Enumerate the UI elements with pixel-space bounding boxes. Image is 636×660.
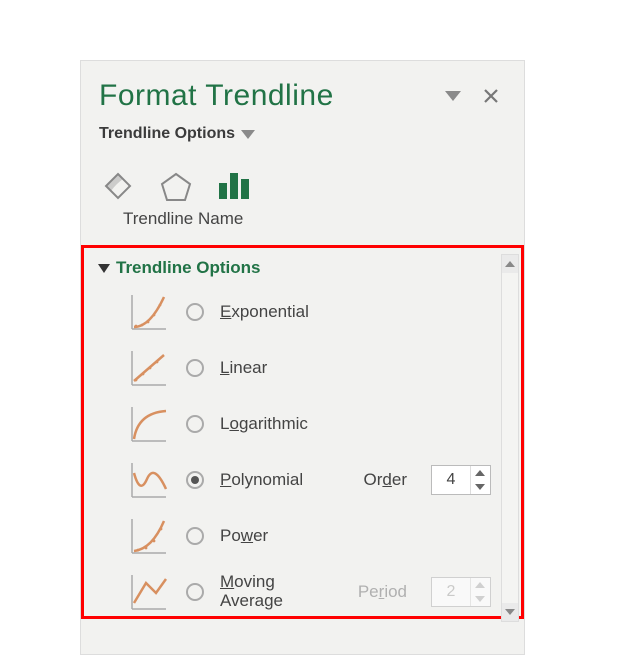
trendline-options-section[interactable]: Trendline Options	[98, 256, 515, 280]
option-power-row: Power	[126, 508, 515, 564]
moving-average-label[interactable]: Moving Average	[220, 573, 283, 610]
highlight-box: Trendline Options Exponential	[81, 245, 524, 619]
category-tabs	[81, 151, 524, 205]
option-polynomial-row: Polynomial Order	[126, 452, 515, 508]
logarithmic-radio[interactable]	[186, 415, 204, 433]
period-label: Period	[358, 582, 407, 602]
option-linear-row: Linear	[126, 340, 515, 396]
option-exponential-row: Exponential	[126, 284, 515, 340]
panel-menu-button[interactable]	[438, 81, 468, 111]
linear-label[interactable]: Linear	[220, 359, 267, 378]
effects-tab[interactable]	[157, 167, 195, 205]
order-spinner[interactable]	[431, 465, 491, 495]
option-moving-average-row: Moving Average Period	[126, 564, 515, 620]
trendline-options-tab[interactable]	[215, 167, 253, 205]
trendline-name-label: Trendline Name	[81, 205, 524, 229]
linear-radio[interactable]	[186, 359, 204, 377]
option-logarithmic-row: Logarithmic	[126, 396, 515, 452]
format-trendline-panel: Format Trendline Trendline Options	[80, 60, 525, 655]
options-list: Exponential Linear	[98, 280, 515, 620]
power-radio[interactable]	[186, 527, 204, 545]
moving-average-icon	[126, 571, 170, 613]
period-arrows	[470, 578, 488, 606]
active-tab-caret	[229, 284, 253, 296]
order-label: Order	[364, 470, 407, 490]
order-up-button[interactable]	[471, 466, 488, 480]
linear-curve-icon	[126, 347, 170, 389]
panel-title: Format Trendline	[99, 79, 430, 113]
order-input[interactable]	[432, 466, 470, 494]
power-label[interactable]: Power	[220, 527, 268, 546]
power-curve-icon	[126, 515, 170, 557]
logarithmic-curve-icon	[126, 403, 170, 445]
scroll-track[interactable]	[502, 273, 518, 603]
period-down-button	[471, 592, 488, 606]
scroll-down-button[interactable]	[502, 603, 518, 621]
dropdown-label: Trendline Options	[99, 125, 235, 143]
moving-average-radio[interactable]	[186, 583, 204, 601]
exponential-curve-icon	[126, 291, 170, 333]
exponential-radio[interactable]	[186, 303, 204, 321]
panel-header: Format Trendline	[81, 61, 524, 121]
options-dropdown[interactable]: Trendline Options	[81, 121, 524, 151]
section-title: Trendline Options	[116, 258, 261, 278]
close-button[interactable]	[476, 81, 506, 111]
order-down-button[interactable]	[471, 480, 488, 494]
period-spinner	[431, 577, 491, 607]
chevron-down-icon	[241, 130, 255, 139]
fill-line-tab[interactable]	[99, 167, 137, 205]
collapse-triangle-icon	[98, 264, 110, 273]
options-content: Trendline Options Exponential	[84, 248, 521, 628]
polynomial-label[interactable]: Polynomial	[220, 471, 303, 490]
polynomial-radio[interactable]	[186, 471, 204, 489]
period-input	[432, 578, 470, 606]
exponential-label[interactable]: Exponential	[220, 303, 309, 322]
vertical-scrollbar[interactable]	[501, 254, 519, 622]
polynomial-curve-icon	[126, 459, 170, 501]
scroll-up-button[interactable]	[502, 255, 518, 273]
logarithmic-label[interactable]: Logarithmic	[220, 415, 308, 434]
order-arrows	[470, 466, 488, 494]
period-up-button	[471, 578, 488, 592]
